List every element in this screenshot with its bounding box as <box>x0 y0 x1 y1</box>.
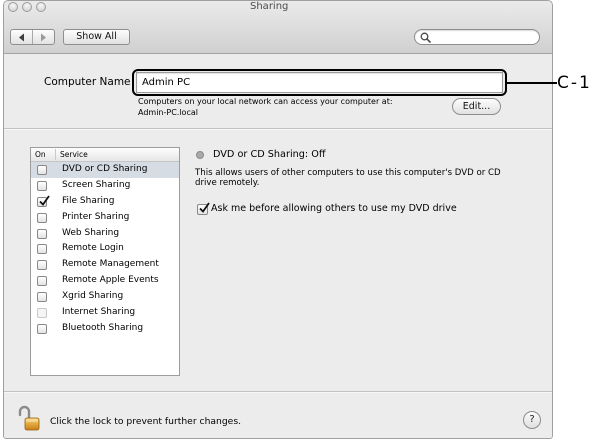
column-header-on[interactable]: On <box>35 148 46 161</box>
chevron-right-icon <box>41 33 46 41</box>
service-checkbox[interactable] <box>37 195 50 207</box>
title-toolbar: Sharing Show All <box>3 0 553 54</box>
network-info-text: Computers on your local network can acce… <box>138 97 393 106</box>
service-checkbox[interactable] <box>37 323 47 334</box>
checkmark-icon <box>39 195 50 206</box>
service-row-dvd-or-cd-sharing[interactable]: DVD or CD Sharing <box>31 162 179 178</box>
service-row-file-sharing[interactable]: File Sharing <box>31 194 179 210</box>
local-hostname: Admin-PC.local <box>138 107 198 117</box>
footer-divider <box>3 391 553 393</box>
service-row-internet-sharing[interactable]: Internet Sharing <box>31 305 179 321</box>
service-checkbox[interactable] <box>37 276 47 287</box>
ask-before-allowing-label[interactable]: Ask me before allowing others to use my … <box>211 203 457 215</box>
service-checkbox[interactable] <box>37 244 47 255</box>
service-row-screen-sharing[interactable]: Screen Sharing <box>31 178 179 194</box>
service-row-remote-apple-events[interactable]: Remote Apple Events <box>31 273 179 289</box>
service-row-xgrid-sharing[interactable]: Xgrid Sharing <box>31 289 179 305</box>
section-divider <box>3 128 553 130</box>
service-label: Xgrid Sharing <box>62 291 124 302</box>
edit-button[interactable]: Edit... <box>452 98 501 115</box>
service-row-remote-login[interactable]: Remote Login <box>31 241 179 257</box>
callout-label: C-1 <box>557 73 592 93</box>
service-rows: DVD or CD Sharing Screen Sharing File Sh… <box>31 162 179 337</box>
ask-before-allowing-checkbox[interactable] <box>197 202 210 215</box>
service-checkbox[interactable] <box>37 228 47 239</box>
service-label: File Sharing <box>62 195 115 206</box>
back-button[interactable] <box>11 30 33 44</box>
service-label: Remote Apple Events <box>62 275 159 286</box>
service-description: This allows users of other computers to … <box>195 168 501 188</box>
checkmark-icon <box>199 202 210 213</box>
search-icon <box>420 32 431 43</box>
column-divider <box>55 149 56 160</box>
service-label: Screen Sharing <box>62 179 131 190</box>
service-label: Remote Login <box>62 243 124 254</box>
service-checkbox[interactable] <box>37 260 47 271</box>
callout-line <box>506 82 557 84</box>
search-field[interactable] <box>414 29 540 45</box>
service-checkbox[interactable] <box>37 180 47 191</box>
window-title: Sharing <box>250 1 289 12</box>
service-row-web-sharing[interactable]: Web Sharing <box>31 226 179 242</box>
computer-name-field[interactable] <box>136 72 503 93</box>
unlocked-padlock-icon[interactable] <box>17 404 41 432</box>
search-input[interactable] <box>433 30 533 44</box>
service-label: DVD or CD Sharing <box>62 164 148 174</box>
service-label: Printer Sharing <box>62 211 130 222</box>
zoom-button[interactable] <box>36 2 46 12</box>
service-checkbox[interactable] <box>37 292 47 303</box>
service-label: Web Sharing <box>62 227 120 238</box>
service-row-printer-sharing[interactable]: Printer Sharing <box>31 210 179 226</box>
service-checkbox[interactable] <box>37 212 47 223</box>
computer-name-label: Computer Name <box>44 76 131 88</box>
chevron-left-icon <box>19 33 24 41</box>
help-button[interactable]: ? <box>523 411 541 429</box>
service-checkbox[interactable] <box>37 165 47 175</box>
service-list-header: On Service <box>31 148 179 162</box>
forward-button[interactable] <box>33 30 54 44</box>
service-status: DVD or CD Sharing: Off <box>213 149 326 160</box>
close-button[interactable] <box>8 2 18 12</box>
service-label: Bluetooth Sharing <box>62 322 144 333</box>
service-row-bluetooth-sharing[interactable]: Bluetooth Sharing <box>31 321 179 337</box>
status-indicator <box>196 151 204 159</box>
minimize-button[interactable] <box>22 2 32 12</box>
service-list: On Service DVD or CD Sharing Screen Shar… <box>30 147 180 376</box>
lock-message: Click the lock to prevent further change… <box>50 416 242 427</box>
show-all-button[interactable]: Show All <box>63 29 130 45</box>
sharing-window: Sharing Show All Computer Name Computers… <box>3 0 553 439</box>
service-label: Remote Management <box>62 259 159 270</box>
service-checkbox[interactable] <box>37 308 47 319</box>
service-label: Internet Sharing <box>62 307 136 318</box>
back-forward-control <box>10 29 55 45</box>
column-header-service[interactable]: Service <box>60 148 88 161</box>
service-row-remote-management[interactable]: Remote Management <box>31 257 179 273</box>
